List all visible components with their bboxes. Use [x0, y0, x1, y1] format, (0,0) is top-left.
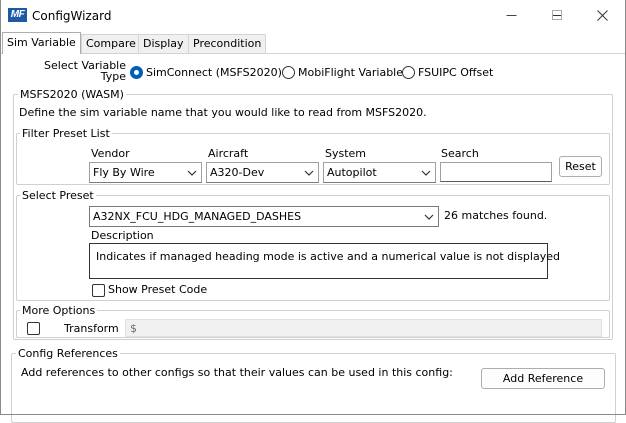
- radio-fsuipc-offset-label[interactable]: FSUIPC Offset: [418, 66, 493, 79]
- config-references-title: Config References: [16, 347, 120, 360]
- preset-group-title: Select Preset: [20, 189, 96, 202]
- chevron-down-icon: [421, 170, 431, 176]
- maximize-button-2[interactable]: [534, 0, 580, 30]
- tab-precondition[interactable]: Precondition: [188, 34, 267, 53]
- close-button[interactable]: [579, 0, 625, 30]
- system-value: Autopilot: [327, 166, 377, 179]
- transform-value: $: [130, 322, 137, 335]
- config-references-description: Add references to other configs so that …: [21, 366, 453, 379]
- radio-mobiflight-variable[interactable]: [282, 66, 295, 79]
- radio-mobiflight-variable-label[interactable]: MobiFlight Variable: [298, 66, 403, 79]
- minimize-icon: [506, 14, 516, 16]
- radio-fsuipc-offset[interactable]: [402, 66, 415, 79]
- preset-value: A32NX_FCU_HDG_MANAGED_DASHES: [93, 210, 302, 223]
- description-box: Indicates if managed heading mode is act…: [89, 243, 560, 279]
- filter-group-title: Filter Preset List: [20, 127, 112, 140]
- vendor-label: Vendor: [91, 147, 130, 160]
- search-label: Search: [441, 147, 479, 160]
- close-icon: [596, 9, 608, 21]
- system-dropdown[interactable]: Autopilot: [323, 162, 436, 183]
- show-preset-code-checkbox[interactable]: [92, 284, 105, 297]
- app-logo-icon: MF: [8, 8, 27, 22]
- system-label: System: [325, 147, 367, 160]
- aircraft-label: Aircraft: [208, 147, 249, 160]
- radio-simconnect-label[interactable]: SimConnect (MSFS2020): [146, 66, 282, 79]
- window-title: ConfigWizard: [32, 9, 112, 23]
- chevron-down-icon: [424, 214, 434, 220]
- more-options-title: More Options: [20, 304, 98, 317]
- preset-dropdown[interactable]: A32NX_FCU_HDG_MANAGED_DASHES: [89, 206, 439, 227]
- show-preset-code-label[interactable]: Show Preset Code: [108, 283, 207, 296]
- vendor-value: Fly By Wire: [93, 166, 155, 179]
- transform-label: Transform: [64, 322, 119, 335]
- tab-sim-variable[interactable]: Sim Variable: [2, 32, 81, 54]
- maximize-icon: [551, 9, 562, 20]
- transform-checkbox[interactable]: [27, 322, 40, 335]
- transform-input[interactable]: $: [125, 319, 602, 337]
- matches-count: 26 matches found.: [444, 209, 548, 222]
- minimize-button-2[interactable]: [488, 0, 534, 30]
- chevron-down-icon: [187, 170, 197, 176]
- variable-type-label: Select Variable Type: [44, 60, 126, 82]
- description-label: Description: [91, 229, 154, 242]
- chevron-down-icon: [304, 170, 314, 176]
- vendor-dropdown[interactable]: Fly By Wire: [89, 162, 202, 183]
- tab-compare[interactable]: Compare: [81, 34, 141, 53]
- aircraft-dropdown[interactable]: A320-Dev: [206, 162, 319, 183]
- aircraft-value: A320-Dev: [210, 166, 265, 179]
- wasm-description: Define the sim variable name that you wo…: [19, 106, 427, 119]
- radio-simconnect[interactable]: [130, 66, 143, 79]
- description-text: Indicates if managed heading mode is act…: [96, 250, 560, 263]
- wasm-group-title: MSFS2020 (WASM): [18, 88, 126, 101]
- reset-button[interactable]: Reset: [559, 156, 602, 177]
- search-input[interactable]: [440, 162, 552, 182]
- tab-display[interactable]: Display: [138, 34, 189, 53]
- add-reference-button[interactable]: Add Reference: [481, 368, 605, 389]
